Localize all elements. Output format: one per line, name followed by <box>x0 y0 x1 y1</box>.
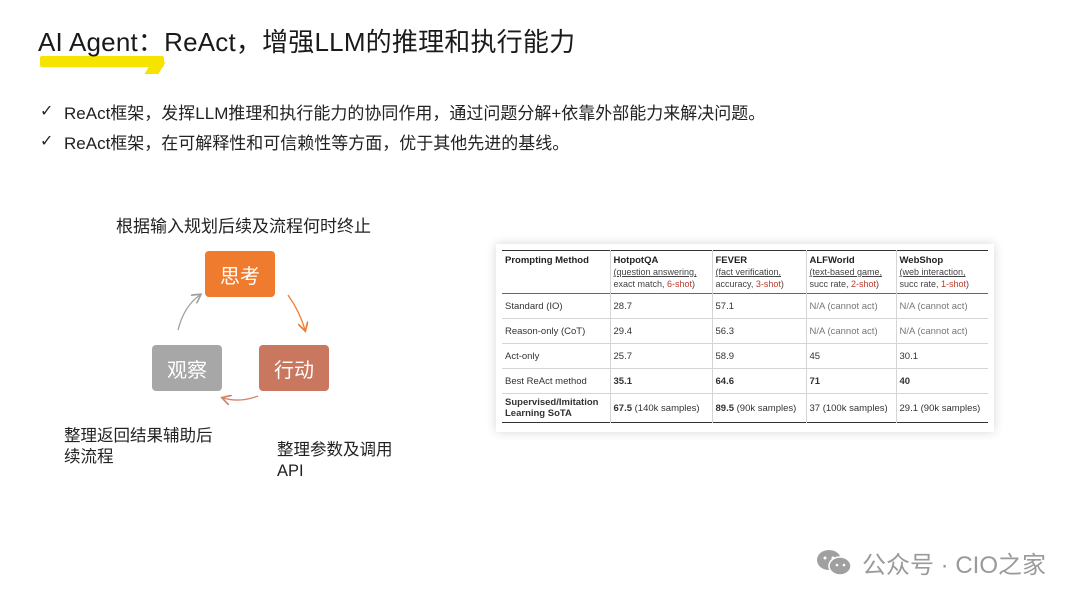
header-hotpotqa: HotpotQA (question answering, exact matc… <box>610 250 713 294</box>
cell-fever: 64.6 <box>712 368 807 394</box>
watermark: 公众号 · CIO之家 <box>814 545 1046 580</box>
observe-note: 整理返回结果辅助后续流程 <box>64 427 213 466</box>
header-alfworld: ALFWorld (text-based game, succ rate, 2-… <box>806 250 897 294</box>
table-row: Supervised/Imitation Learning SoTA 67.5 … <box>502 393 988 423</box>
cell-webshop: N/A (cannot act) <box>899 300 968 312</box>
act-node: 行动 <box>259 345 329 391</box>
cell-webshop: 29.1 (90k samples) <box>899 402 981 414</box>
cell-hotpotqa: 67.5 (140k samples) <box>610 393 713 423</box>
cell-method: Supervised/Imitation Learning SoTA <box>502 393 611 423</box>
cell-hotpotqa: 25.7 <box>610 343 713 369</box>
watermark-text: 公众号 · CIO之家 <box>862 552 1046 579</box>
cell-alfworld: N/A (cannot act) <box>806 293 897 319</box>
cell-hotpotqa: 35.1 <box>610 368 713 394</box>
cell-fever: 57.1 <box>712 293 807 319</box>
cell-method: Act-only <box>502 343 611 369</box>
cell-alfworld: 37 (100k samples) <box>806 393 897 423</box>
cell-alfworld: N/A (cannot act) <box>806 318 897 344</box>
cell-method: Best ReAct method <box>502 368 611 394</box>
table-header-row: Prompting Method HotpotQA (question answ… <box>502 250 988 294</box>
act-note: 整理参数及调用API <box>277 441 393 480</box>
table-row: Standard (IO) 28.7 57.1 N/A (cannot act)… <box>502 293 988 319</box>
cell-fever: 58.9 <box>712 343 807 369</box>
cell-webshop: 30.1 <box>899 350 919 362</box>
cell-hotpotqa: 29.4 <box>610 318 713 344</box>
cell-method: Reason-only (CoT) <box>502 318 611 344</box>
table-row: Reason-only (CoT) 29.4 56.3 N/A (cannot … <box>502 318 988 344</box>
header-webshop: WebShop (web interaction, succ rate, 1-s… <box>899 255 970 289</box>
arrow-think-to-act <box>287 294 305 330</box>
cell-webshop: 40 <box>899 375 911 387</box>
table-row: Act-only 25.7 58.9 45 30.1 <box>502 343 988 369</box>
think-node: 思考 <box>205 251 275 297</box>
observe-node: 观察 <box>152 345 222 391</box>
cell-method: Standard (IO) <box>502 293 611 319</box>
cell-alfworld: 45 <box>806 343 897 369</box>
cell-fever: 56.3 <box>712 318 807 344</box>
cell-alfworld: 71 <box>806 368 897 394</box>
header-fever: FEVER (fact verification, accuracy, 3-sh… <box>712 250 807 294</box>
cell-fever: 89.5 (90k samples) <box>712 393 807 423</box>
cell-webshop: N/A (cannot act) <box>899 325 968 337</box>
cell-hotpotqa: 28.7 <box>610 293 713 319</box>
wechat-icon <box>817 549 852 576</box>
arrow-observe-to-think <box>177 295 200 331</box>
table-row: Best ReAct method 35.1 64.6 71 40 <box>502 368 988 394</box>
header-method: Prompting Method <box>502 250 611 294</box>
results-table: Prompting Method HotpotQA (question answ… <box>502 250 988 423</box>
results-table-card: Prompting Method HotpotQA (question answ… <box>496 244 994 432</box>
arrow-act-to-observe <box>223 396 259 400</box>
